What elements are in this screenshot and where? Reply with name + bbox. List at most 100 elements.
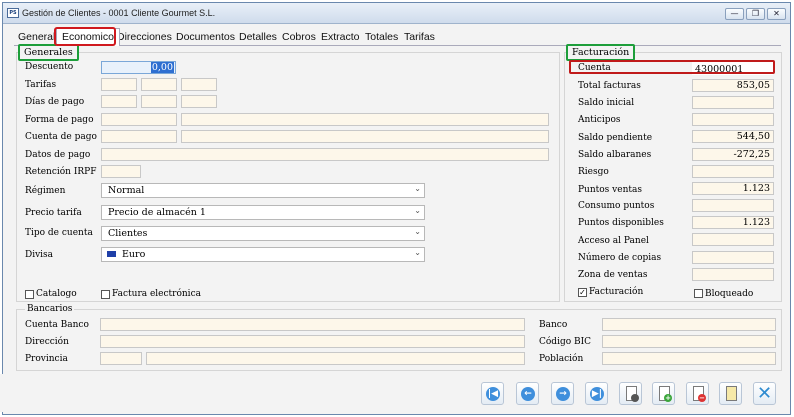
anticipos-field[interactable] — [692, 113, 774, 126]
puntos-disponibles-field[interactable]: 1.123 — [692, 216, 774, 229]
arrow-right-icon: → — [556, 387, 570, 401]
tab-direcciones[interactable]: Direcciones — [117, 30, 172, 45]
eu-flag-icon — [107, 251, 116, 257]
folder-edit-icon — [726, 386, 737, 401]
tab-extracto[interactable]: Extracto — [321, 30, 360, 45]
tab-economico[interactable]: Economico — [56, 28, 120, 46]
saldo-albaranes-field[interactable]: -272,25 — [692, 148, 774, 161]
catalogo-checkbox[interactable] — [25, 290, 34, 299]
cuenta-banco-field[interactable] — [100, 318, 525, 331]
factura-electronica-label: Factura electrónica — [112, 289, 201, 299]
binoculars-icon — [631, 394, 639, 402]
tab-cobros[interactable]: Cobros — [282, 30, 316, 45]
facturacion-checkbox[interactable]: ✓ — [578, 288, 587, 297]
consumo-puntos-field[interactable] — [692, 199, 774, 212]
regimen-label: Régimen — [25, 186, 66, 196]
poblacion-field[interactable] — [602, 352, 776, 365]
chevron-down-icon: ⌄ — [414, 227, 421, 236]
riesgo-field[interactable] — [692, 165, 774, 178]
dias-pago-field-2[interactable] — [141, 95, 177, 108]
chevron-down-icon: ⌄ — [414, 184, 421, 193]
provincia-desc-field[interactable] — [146, 352, 525, 365]
restore-button[interactable]: ❐ — [746, 8, 765, 20]
zona-ventas-field[interactable] — [692, 268, 774, 281]
numero-copias-field[interactable] — [692, 251, 774, 264]
close-icon: ✕ — [756, 383, 773, 404]
title-bar: PS Gestión de Clientes - 0001 Cliente Go… — [3, 3, 790, 24]
bottom-toolbar: |◀ ← → ▶| + − ✕ — [0, 374, 787, 412]
window-title: Gestión de Clientes - 0001 Cliente Gourm… — [22, 8, 216, 18]
codigo-bic-field[interactable] — [602, 335, 776, 348]
tab-documentos[interactable]: Documentos — [176, 30, 235, 45]
arrow-left-icon: ← — [521, 387, 535, 401]
next-record-button[interactable]: → — [551, 382, 574, 405]
saldo-pendiente-field[interactable]: 544,50 — [692, 130, 774, 143]
banco-field[interactable] — [602, 318, 776, 331]
tarifas-label: Tarifas — [25, 80, 57, 90]
delete-record-button[interactable]: − — [686, 382, 709, 405]
tab-general[interactable]: General — [18, 30, 55, 45]
dias-pago-field-1[interactable] — [101, 95, 137, 108]
tarifa-field-2[interactable] — [141, 78, 177, 91]
forma-pago-desc-field[interactable] — [181, 113, 549, 126]
forma-pago-code-field[interactable] — [101, 113, 177, 126]
regimen-select[interactable]: Normal ⌄ — [101, 183, 425, 198]
dias-pago-field-3[interactable] — [181, 95, 217, 108]
tipo-cuenta-value: Clientes — [108, 228, 148, 239]
search-button[interactable] — [619, 382, 642, 405]
datos-pago-field[interactable] — [101, 148, 549, 161]
saldo-inicial-field[interactable] — [692, 96, 774, 109]
last-record-button[interactable]: ▶| — [585, 382, 608, 405]
tipo-cuenta-select[interactable]: Clientes ⌄ — [101, 226, 425, 241]
new-record-button[interactable]: + — [652, 382, 675, 405]
banco-label: Banco — [539, 320, 568, 330]
precio-tarifa-label: Precio tarifa — [25, 208, 82, 218]
bloqueado-checkbox[interactable] — [694, 289, 703, 298]
saldo-albaranes-label: Saldo albaranes — [578, 150, 652, 160]
cuenta-banco-label: Cuenta Banco — [25, 320, 89, 330]
chevron-down-icon: ⌄ — [414, 206, 421, 215]
retencion-field[interactable] — [101, 165, 141, 178]
datos-pago-label: Datos de pago — [25, 150, 91, 160]
divisa-select[interactable]: Euro ⌄ — [101, 247, 425, 262]
forma-pago-label: Forma de pago — [25, 115, 94, 125]
bloqueado-label: Bloqueado — [705, 289, 754, 299]
acceso-panel-label: Acceso al Panel — [578, 236, 649, 246]
tab-tarifas[interactable]: Tarifas — [404, 30, 435, 45]
close-form-button[interactable]: ✕ — [753, 382, 776, 405]
first-record-button[interactable]: |◀ — [481, 382, 504, 405]
minimize-button[interactable]: — — [725, 8, 744, 20]
precio-tarifa-value: Precio de almacén 1 — [108, 207, 206, 218]
close-window-button[interactable]: ✕ — [767, 8, 786, 20]
total-facturas-field[interactable]: 853,05 — [692, 79, 774, 92]
bancarios-title: Bancarios — [25, 304, 75, 314]
cuenta-pago-desc-field[interactable] — [181, 130, 549, 143]
retencion-label: Retención IRPF — [25, 167, 97, 177]
edit-record-button[interactable] — [719, 382, 742, 405]
direccion-field[interactable] — [100, 335, 525, 348]
tab-totales[interactable]: Totales — [365, 30, 398, 45]
provincia-code-field[interactable] — [100, 352, 142, 365]
facturacion-title: Facturación — [566, 44, 636, 61]
anticipos-label: Anticipos — [578, 115, 621, 125]
descuento-field[interactable]: 0,00 — [101, 61, 176, 74]
tarifa-field-3[interactable] — [181, 78, 217, 91]
precio-tarifa-select[interactable]: Precio de almacén 1 ⌄ — [101, 205, 425, 220]
chevron-down-icon: ⌄ — [414, 248, 421, 257]
zona-ventas-label: Zona de ventas — [578, 270, 648, 280]
previous-record-button[interactable]: ← — [516, 382, 539, 405]
last-record-icon: ▶| — [590, 387, 604, 401]
cuenta-pago-code-field[interactable] — [101, 130, 177, 143]
codigo-bic-label: Código BIC — [539, 337, 592, 347]
tarifa-field-1[interactable] — [101, 78, 137, 91]
tipo-cuenta-label: Tipo de cuenta — [25, 228, 93, 238]
catalogo-label: Catalogo — [36, 289, 77, 299]
dias-pago-label: Días de pago — [25, 97, 85, 107]
factura-electronica-checkbox[interactable] — [101, 290, 110, 299]
puntos-ventas-field[interactable]: 1.123 — [692, 182, 774, 195]
tab-detalles[interactable]: Detalles — [239, 30, 277, 45]
facturacion-check-label: Facturación — [589, 287, 644, 297]
divisa-value: Euro — [122, 249, 146, 260]
acceso-panel-field[interactable] — [692, 233, 774, 246]
divisa-label: Divisa — [25, 250, 54, 260]
